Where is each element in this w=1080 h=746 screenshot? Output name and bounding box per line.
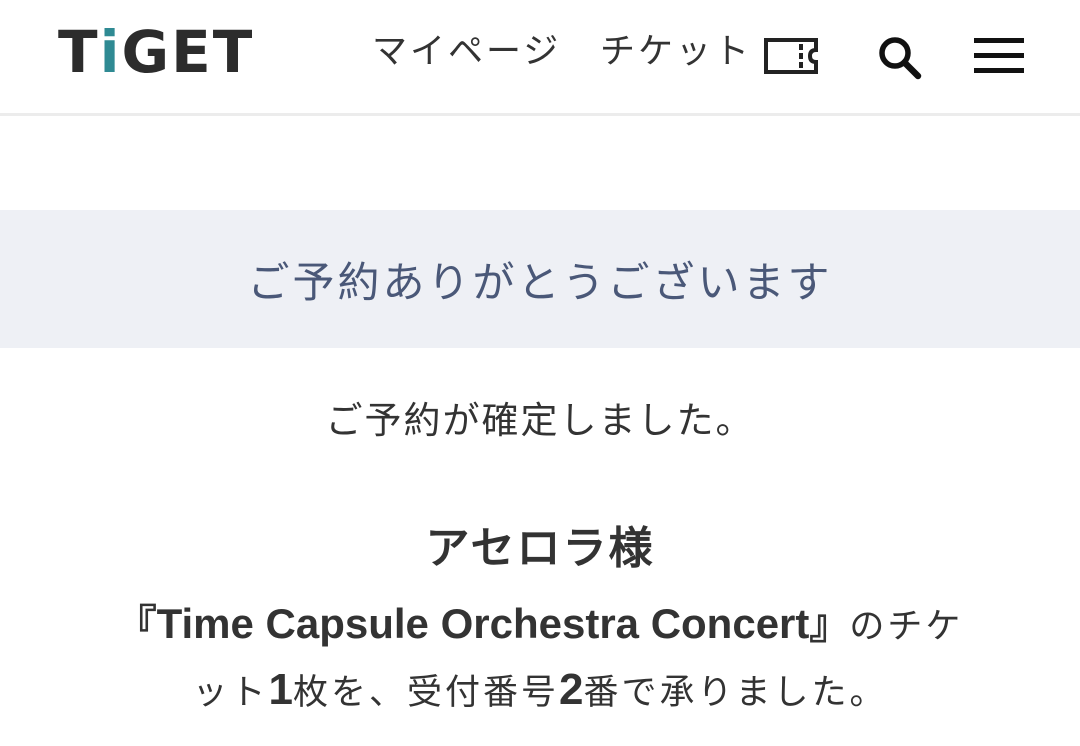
message-text-part2: ット	[192, 673, 269, 713]
event-title: Time Capsule Orchestra Concert	[156, 600, 810, 647]
message-text-part3: 枚を、受付番号	[292, 673, 559, 713]
reservation-message-line1: 『Time Capsule Orchestra Concert』のチケ	[0, 592, 1080, 652]
nav-ticket-link[interactable]: チケット	[600, 30, 752, 74]
logo-letter-t2: T	[212, 18, 255, 86]
thanks-banner: ご予約ありがとうございます	[0, 210, 1080, 348]
hamburger-menu-icon[interactable]	[974, 36, 1024, 76]
reception-number: 2	[559, 665, 584, 714]
logo-letter-i: i	[99, 18, 122, 86]
thanks-heading: ご予約ありがとうございます	[247, 257, 833, 307]
reservation-message-line2: ット1枚を、受付番号2番で承りました。	[0, 664, 1080, 724]
message-text-part4: 番で承りました。	[583, 673, 888, 713]
site-header: T i G E T マイページ チケット	[0, 0, 1080, 116]
logo-letter-g: G	[121, 18, 172, 86]
reservation-confirmed-text: ご予約が確定しました。	[325, 399, 755, 442]
ticket-count: 1	[268, 665, 293, 714]
customer-name: アセロラ様	[425, 523, 655, 574]
ticket-icon[interactable]	[764, 38, 818, 74]
message-text-part1: のチケ	[849, 607, 964, 647]
search-icon[interactable]	[876, 34, 922, 80]
logo-letter-t: T	[58, 18, 100, 86]
logo-letter-e: E	[171, 18, 213, 86]
open-bracket: 『	[116, 602, 157, 648]
tiget-logo[interactable]: T i G E T	[58, 18, 255, 86]
nav-mypage-link[interactable]: マイページ	[372, 30, 561, 74]
close-bracket: 』	[809, 602, 850, 648]
